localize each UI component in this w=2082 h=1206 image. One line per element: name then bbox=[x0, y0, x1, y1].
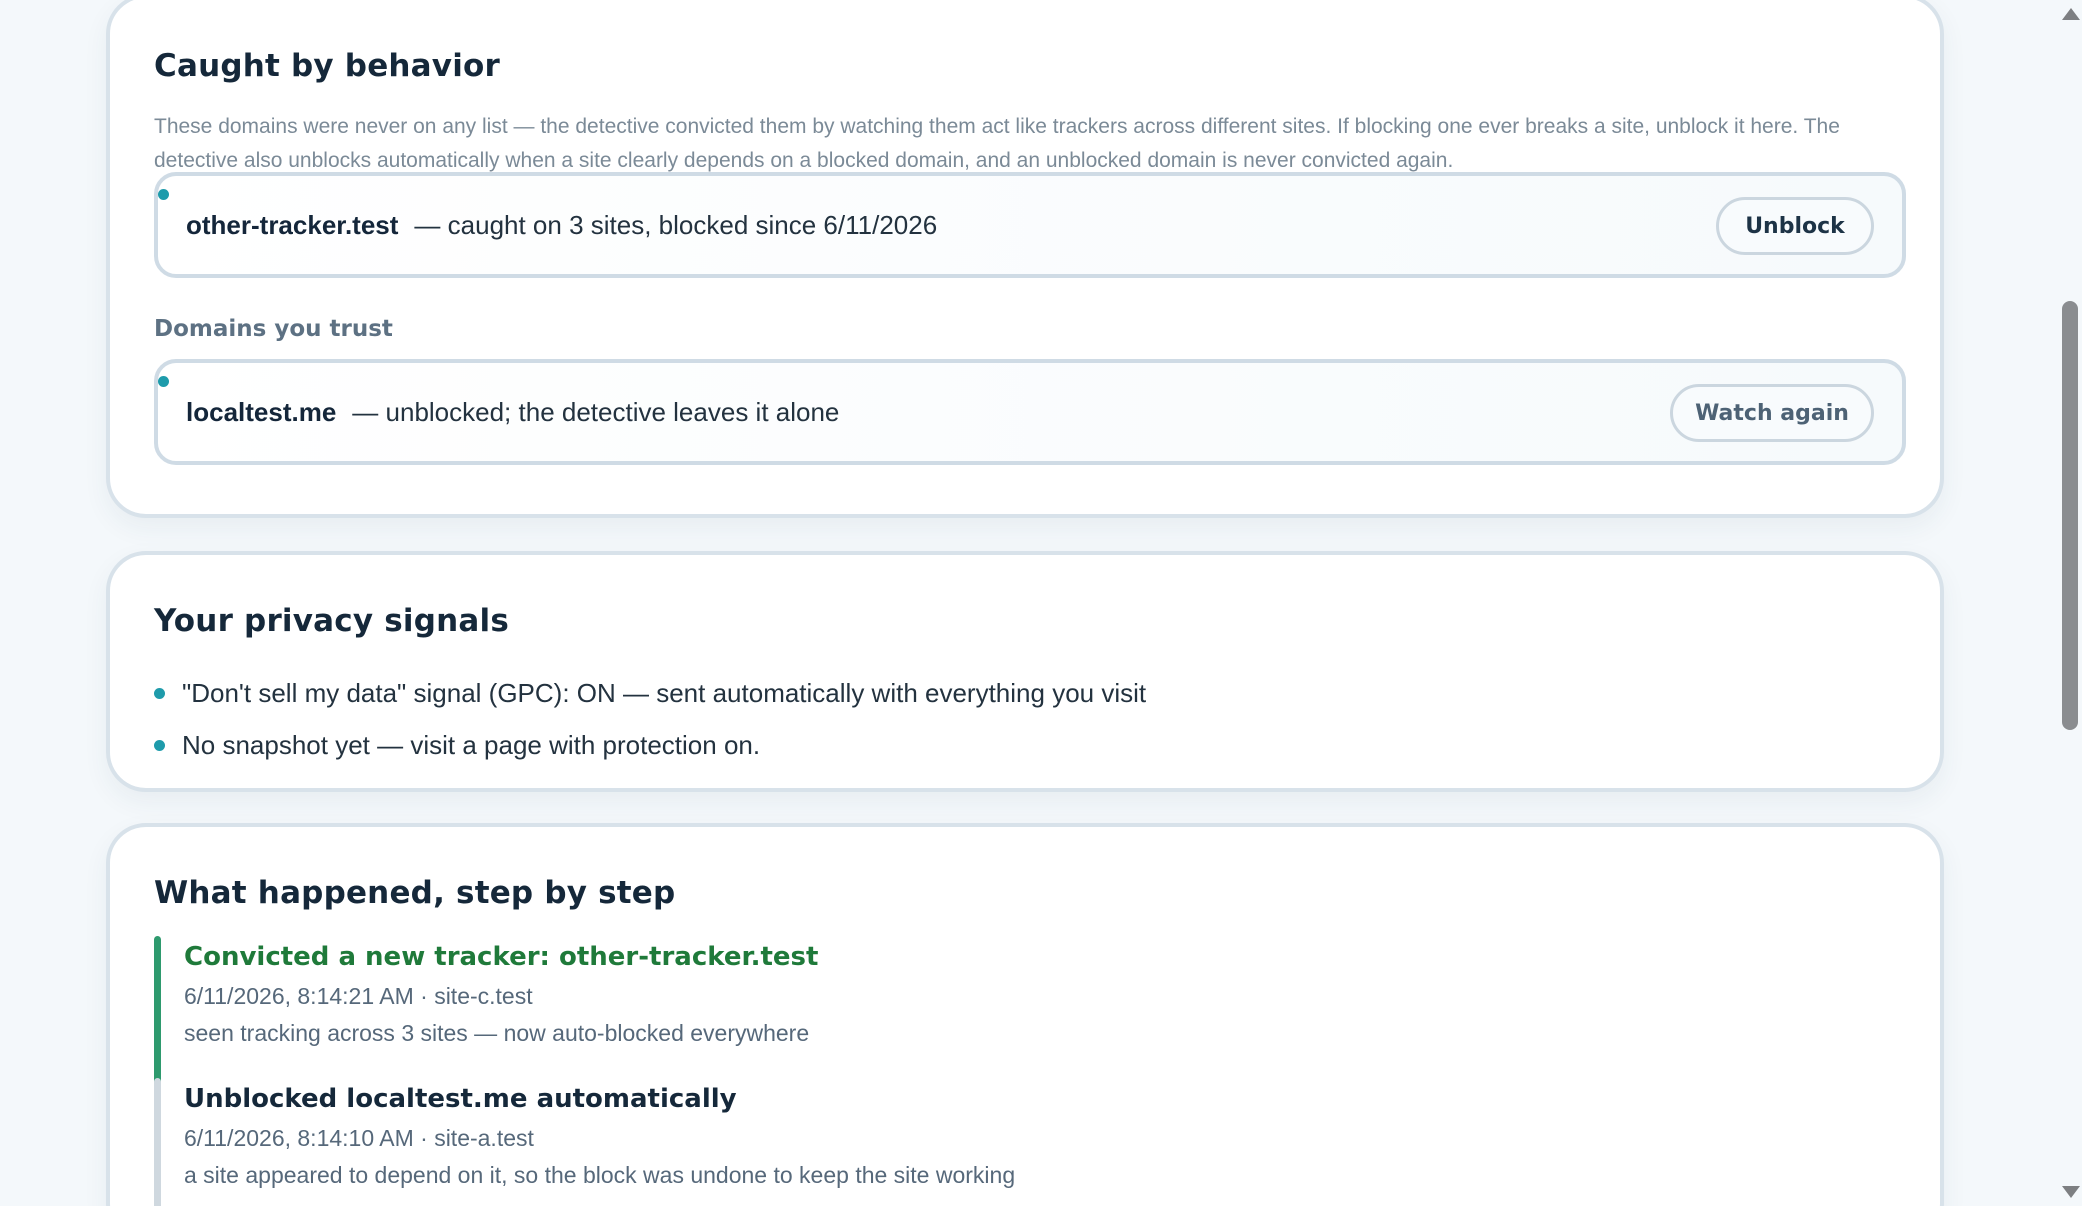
event-accent-bar bbox=[154, 1078, 161, 1206]
step-by-step-card: What happened, step by step Convicted a … bbox=[106, 823, 1944, 1206]
blocked-domain-text: other-tracker.test — caught on 3 sites, … bbox=[186, 176, 937, 274]
privacy-signal-item: No snapshot yet — visit a page with prot… bbox=[154, 719, 1146, 771]
status-dot-icon bbox=[158, 376, 169, 387]
log-event: Convicted a new tracker: other-tracker.t… bbox=[154, 936, 1854, 1093]
domains-you-trust-heading: Domains you trust bbox=[154, 316, 393, 342]
trusted-domain-text: localtest.me — unblocked; the detective … bbox=[186, 363, 839, 461]
privacy-signals-card: Your privacy signals "Don't sell my data… bbox=[106, 551, 1944, 792]
bullet-dot-icon bbox=[154, 740, 165, 751]
privacy-signal-text: No snapshot yet — visit a page with prot… bbox=[182, 730, 761, 760]
blocked-domain-name: other-tracker.test bbox=[186, 209, 399, 240]
caught-by-behavior-title: Caught by behavior bbox=[154, 48, 501, 84]
event-meta: 6/11/2026, 8:14:21 AM · site-c.test bbox=[184, 983, 533, 1009]
privacy-signal-text: "Don't sell my data" signal (GPC): ON — … bbox=[182, 678, 1147, 708]
vertical-scrollbar[interactable] bbox=[2058, 0, 2082, 1206]
status-dot-icon bbox=[158, 189, 169, 200]
step-by-step-title: What happened, step by step bbox=[154, 875, 676, 911]
caught-by-behavior-card: Caught by behavior These domains were ne… bbox=[106, 0, 1944, 518]
privacy-signals-title: Your privacy signals bbox=[154, 603, 509, 639]
event-title: Unblocked localtest.me automatically bbox=[184, 1084, 737, 1114]
scroll-up-arrow-icon[interactable] bbox=[2062, 8, 2080, 20]
scroll-down-arrow-icon[interactable] bbox=[2062, 1186, 2080, 1198]
bullet-dot-icon bbox=[154, 688, 165, 699]
page: Caught by behavior These domains were ne… bbox=[0, 0, 2082, 1206]
event-title: Convicted a new tracker: other-tracker.t… bbox=[184, 942, 819, 972]
event-accent-bar bbox=[154, 936, 161, 1093]
trusted-domain-name: localtest.me bbox=[186, 396, 337, 427]
unblock-button[interactable]: Unblock bbox=[1716, 197, 1874, 255]
privacy-signal-item: "Don't sell my data" signal (GPC): ON — … bbox=[154, 667, 1146, 719]
privacy-signals-list: "Don't sell my data" signal (GPC): ON — … bbox=[154, 667, 1146, 771]
scrollbar-thumb[interactable] bbox=[2062, 301, 2078, 730]
event-detail: seen tracking across 3 sites — now auto-… bbox=[184, 1020, 810, 1046]
caught-by-behavior-description: These domains were never on any list — t… bbox=[154, 115, 1840, 172]
log-event: Unblocked localtest.me automatically 6/1… bbox=[154, 1078, 1854, 1206]
watch-again-button[interactable]: Watch again bbox=[1670, 384, 1874, 442]
blocked-domain-summary: — caught on 3 sites, blocked since 6/11/… bbox=[414, 209, 938, 240]
event-meta: 6/11/2026, 8:14:10 AM · site-a.test bbox=[184, 1125, 534, 1151]
trusted-domain-summary: — unblocked; the detective leaves it alo… bbox=[352, 396, 840, 427]
trusted-domain-row: localtest.me — unblocked; the detective … bbox=[154, 359, 1906, 465]
blocked-domain-row: other-tracker.test — caught on 3 sites, … bbox=[154, 172, 1906, 278]
event-detail: a site appeared to depend on it, so the … bbox=[184, 1162, 1016, 1188]
